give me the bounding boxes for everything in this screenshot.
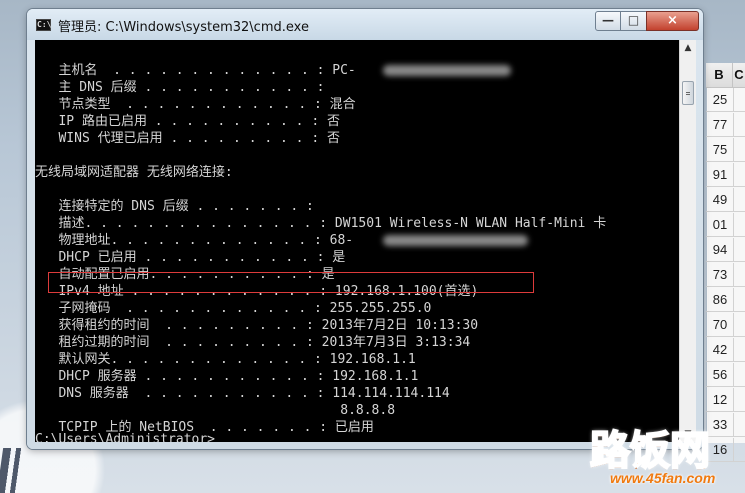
redacted-mac-address xyxy=(383,235,528,246)
desktop-screenshot: B C 25 77 75 91 49 01 94 73 86 70 42 56 … xyxy=(0,0,745,493)
column-divider xyxy=(733,338,734,361)
spreadsheet-cell: 49 xyxy=(712,192,728,207)
spreadsheet-row: 91 xyxy=(706,163,745,187)
console-line: IP 路由已启用 . . . . . . . . . . : 否 xyxy=(35,114,340,129)
spreadsheet-row: 73 xyxy=(706,263,745,287)
vertical-scrollbar[interactable]: ▲ ▼ xyxy=(679,40,696,442)
console-line: DNS 服务器 . . . . . . . . . . . : 114.114.… xyxy=(35,386,450,401)
spreadsheet-cell: 12 xyxy=(712,392,728,407)
spreadsheet-row: 01 xyxy=(706,213,745,237)
console-line: 主机名 . . . . . . . . . . . . . : PC- xyxy=(35,63,356,78)
scroll-up-arrow-icon[interactable]: ▲ xyxy=(680,40,696,56)
console-line: 默认网关. . . . . . . . . . . . . : 192.168.… xyxy=(35,352,416,367)
column-divider xyxy=(733,438,734,461)
spreadsheet-cell: 70 xyxy=(712,317,728,332)
console-line: 8.8.8.8 xyxy=(35,403,396,418)
maximize-button[interactable]: □ xyxy=(620,11,647,31)
console-line: 主 DNS 后缀 . . . . . . . . . . . : xyxy=(35,80,325,95)
minimize-button[interactable]: — xyxy=(595,11,621,31)
console-line: DHCP 已启用 . . . . . . . . . . . : 是 xyxy=(35,250,346,265)
console-prompt[interactable]: C:\Users\Administrator> xyxy=(35,431,679,442)
spreadsheet-row: 42 xyxy=(706,338,745,362)
spreadsheet-row: 75 xyxy=(706,138,745,162)
console-line: 描述. . . . . . . . . . . . . . . : DW1501… xyxy=(35,216,607,231)
column-divider xyxy=(733,113,734,136)
spreadsheet-cell: 77 xyxy=(712,117,728,132)
column-divider xyxy=(733,388,734,411)
column-header-b: B xyxy=(706,63,733,87)
spreadsheet-header: B C xyxy=(706,63,745,88)
scrollbar-thumb[interactable] xyxy=(682,81,694,105)
console-line: 连接特定的 DNS 后缀 . . . . . . . : xyxy=(35,199,314,214)
column-divider xyxy=(733,413,734,436)
column-divider xyxy=(733,313,734,336)
spreadsheet-row: 86 xyxy=(706,288,745,312)
spreadsheet-cell: 75 xyxy=(712,142,728,157)
column-divider xyxy=(733,238,734,261)
spreadsheet-cell: 25 xyxy=(712,92,728,107)
spreadsheet-row: 12 xyxy=(706,388,745,412)
console-line: WINS 代理已启用 . . . . . . . . . : 否 xyxy=(35,131,340,146)
console-line: 子网掩码 . . . . . . . . . . . . : 255.255.2… xyxy=(35,301,432,316)
console-line: 物理地址. . . . . . . . . . . . . : 68- xyxy=(35,233,354,248)
command-prompt-window[interactable]: C:\ 管理员: C:\Windows\system32\cmd.exe — □… xyxy=(27,9,703,449)
spreadsheet-cell: 86 xyxy=(712,292,728,307)
column-divider xyxy=(733,188,734,211)
spreadsheet-row: 49 xyxy=(706,188,745,212)
window-title-bar[interactable]: C:\ 管理员: C:\Windows\system32\cmd.exe — □… xyxy=(27,9,703,40)
watermark-url: www.45fan.com xyxy=(610,470,716,486)
command-prompt-icon: C:\ xyxy=(36,19,52,31)
column-divider xyxy=(733,288,734,311)
console-output[interactable]: 主机名 . . . . . . . . . . . . . : PC- 主 DN… xyxy=(35,40,679,442)
spreadsheet-cell: 56 xyxy=(712,367,728,382)
column-divider xyxy=(733,88,734,111)
console-line: 节点类型 . . . . . . . . . . . . : 混合 xyxy=(35,97,356,112)
spreadsheet-row: 94 xyxy=(706,238,745,262)
spreadsheet-row: 56 xyxy=(706,363,745,387)
spreadsheet-cell: 94 xyxy=(712,242,728,257)
column-divider xyxy=(733,138,734,161)
spreadsheet-cell: 91 xyxy=(712,167,728,182)
column-divider xyxy=(733,163,734,186)
column-divider xyxy=(733,213,734,236)
column-header-c: C xyxy=(734,67,744,82)
column-divider xyxy=(733,263,734,286)
console-line: 租约过期的时间 . . . . . . . . . : 2013年7月3日 3:… xyxy=(35,335,471,350)
column-divider xyxy=(733,363,734,386)
spreadsheet-cell: 42 xyxy=(712,342,728,357)
redacted-hostname xyxy=(383,65,511,76)
spreadsheet-cell: 73 xyxy=(712,267,728,282)
console-line: 获得租约的时间 . . . . . . . . . : 2013年7月2日 10… xyxy=(35,318,479,333)
console-line: 无线局域网适配器 无线网络连接: xyxy=(35,165,233,180)
spreadsheet-row: 77 xyxy=(706,113,745,137)
watermark-logo: 路饭网 xyxy=(589,428,711,474)
background-calligraphy-stroke xyxy=(0,448,39,493)
window-title: 管理员: C:\Windows\system32\cmd.exe xyxy=(58,20,309,35)
spreadsheet-row: 25 xyxy=(706,88,745,112)
ipv4-highlight-box xyxy=(48,272,534,293)
spreadsheet-row: 70 xyxy=(706,313,745,337)
console-line: DHCP 服务器 . . . . . . . . . . . : 192.168… xyxy=(35,369,419,384)
window-controls: — □ × xyxy=(595,11,701,32)
spreadsheet-cell: 01 xyxy=(712,217,728,232)
close-button[interactable]: × xyxy=(646,11,699,31)
